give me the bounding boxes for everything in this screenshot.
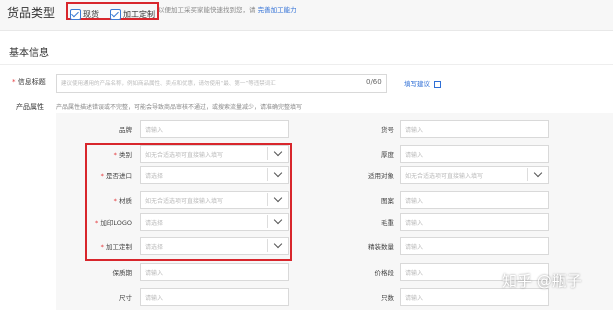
- field-placeholder: 请输入: [145, 295, 164, 302]
- field-label: 只数: [314, 292, 394, 302]
- processing-hint: 以便加工采买家能快速找到您，请 完善加工能力: [158, 4, 297, 14]
- fill-suggestion-link[interactable]: 填写建议: [404, 78, 442, 88]
- watermark: 知乎 @瓶子: [502, 272, 582, 290]
- field-label-text: 价格段: [374, 269, 395, 277]
- field-label: 货号: [314, 124, 394, 134]
- field-label: 厚度: [314, 149, 394, 159]
- field-placeholder: 请输入: [405, 244, 424, 251]
- option-spot-goods[interactable]: 现货: [70, 4, 99, 23]
- field-placeholder: 请输入: [405, 270, 424, 277]
- field-label: 适用对象: [314, 170, 394, 180]
- field-label: 尺寸: [52, 292, 132, 302]
- field-placeholder: 请输入: [405, 220, 424, 227]
- field-label-text: 保质期: [112, 269, 133, 277]
- checkbox-checked-icon[interactable]: [70, 9, 81, 20]
- required-fields-highlight: [85, 143, 292, 261]
- field-label-text: 精装数量: [368, 243, 394, 251]
- goods-type-title: 货品类型: [7, 6, 56, 20]
- product-props-hint: 产品属性描述错误或不完整，可能会导致商品审核不通过，或搜索流量减少，请准确完整填…: [56, 104, 303, 111]
- field-label: 毛重: [314, 217, 394, 227]
- field-placeholder: 请输入: [405, 295, 424, 302]
- char-counter: 0/60: [366, 78, 382, 86]
- hint-text: 以便加工采买家能快速找到您，请: [158, 6, 256, 14]
- checkbox-checked-icon[interactable]: [110, 9, 121, 20]
- field-placeholder: 请输入: [405, 127, 424, 134]
- product-props-label: 产品属性: [16, 103, 44, 111]
- option-label: 加工定制: [123, 10, 155, 19]
- field-label-text: 品牌: [119, 126, 132, 134]
- dropdown-divider: [527, 168, 528, 181]
- field-label-text: 厚度: [381, 151, 394, 159]
- info-title-placeholder: 建议使用通用的产品名称，例如商品属性、卖点和优惠，请勿使用“最、第一”等违禁词汇: [61, 81, 276, 87]
- option-custom-processing[interactable]: 加工定制: [110, 4, 155, 23]
- field-label-text: 图案: [381, 197, 394, 205]
- field-label-text: 适用对象: [368, 172, 394, 180]
- field-label: 保质期: [52, 267, 133, 277]
- option-label: 现货: [83, 10, 99, 19]
- field-label-text: 尺寸: [119, 294, 132, 302]
- field-label: 价格段: [314, 267, 395, 277]
- field-placeholder: 请输入: [145, 270, 164, 277]
- field-placeholder: 请输入: [405, 152, 424, 159]
- field-label: 品牌: [52, 124, 132, 134]
- field-label: 精装数量: [314, 241, 394, 251]
- field-placeholder: 请输入: [145, 127, 164, 134]
- info-title-label: * 信息标题: [12, 78, 46, 86]
- field-label-text: 毛重: [381, 219, 394, 227]
- field-label: 图案: [314, 195, 394, 205]
- divider: [0, 64, 613, 65]
- improve-processing-link[interactable]: 完善加工能力: [258, 6, 297, 14]
- field-placeholder: 请输入: [405, 198, 424, 205]
- section-title: 基本信息: [9, 48, 49, 59]
- field-label-text: 只数: [381, 294, 394, 302]
- external-link-icon: [434, 80, 442, 88]
- field-label-text: 货号: [381, 126, 394, 134]
- field-placeholder: 如无合适选项可直接输入填写: [405, 173, 484, 180]
